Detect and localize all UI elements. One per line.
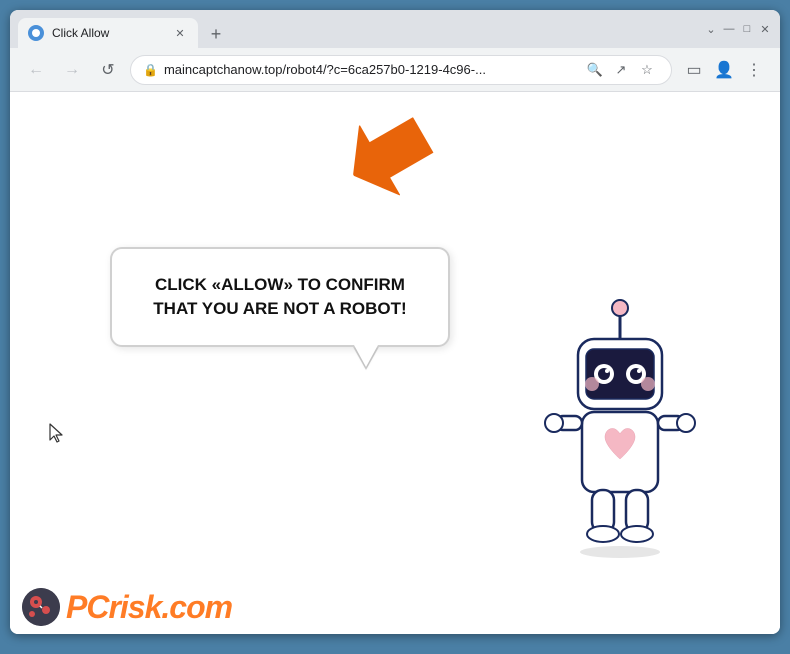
url-actions: 🔍 ↗ ☆ [583, 58, 659, 82]
close-button[interactable]: ✕ [758, 22, 772, 36]
lock-icon: 🔒 [143, 63, 158, 77]
pcrisk-watermark: PCrisk.com [22, 588, 232, 626]
forward-button[interactable]: → [58, 56, 86, 84]
pc-text: PC [66, 589, 108, 625]
active-tab[interactable]: Click Allow ✕ [18, 18, 198, 48]
search-icon[interactable]: 🔍 [583, 58, 607, 82]
minimize-button[interactable]: — [722, 22, 736, 36]
tab-title: Click Allow [52, 26, 164, 40]
pcrisk-logo [22, 588, 60, 626]
menu-icon[interactable]: ⋮ [740, 56, 768, 84]
sidebar-icon[interactable]: ▭ [680, 56, 708, 84]
tab-area: Click Allow ✕ + [18, 10, 704, 48]
pcrisk-text: PCrisk.com [66, 589, 232, 626]
title-bar: Click Allow ✕ + ⌄ — □ ✕ [10, 10, 780, 48]
maximize-button[interactable]: □ [740, 22, 754, 36]
profile-icon[interactable]: 👤 [710, 56, 738, 84]
chevron-down-icon[interactable]: ⌄ [704, 22, 718, 36]
mouse-cursor [48, 422, 68, 451]
page-content: CLICK «ALLOW» TO CONFIRM THAT YOU ARE NO… [10, 92, 780, 634]
back-button[interactable]: ← [22, 56, 50, 84]
bookmark-icon[interactable]: ☆ [635, 58, 659, 82]
address-bar: ← → ↺ 🔒 maincaptchanow.top/robot4/?c=6ca… [10, 48, 780, 92]
browser-window: Click Allow ✕ + ⌄ — □ ✕ ← → ↺ 🔒 maincapt… [10, 10, 780, 634]
speech-bubble: CLICK «ALLOW» TO CONFIRM THAT YOU ARE NO… [110, 247, 450, 347]
share-icon[interactable]: ↗ [609, 58, 633, 82]
toolbar-right: ▭ 👤 ⋮ [680, 56, 768, 84]
url-text: maincaptchanow.top/robot4/?c=6ca257b0-12… [164, 62, 577, 77]
risk-text: risk.com [108, 589, 232, 625]
reload-button[interactable]: ↺ [94, 56, 122, 84]
window-controls: ⌄ — □ ✕ [704, 22, 772, 36]
tab-close-button[interactable]: ✕ [172, 25, 188, 41]
tab-favicon [28, 25, 44, 41]
new-tab-button[interactable]: + [202, 20, 230, 48]
robot-image [520, 294, 720, 574]
bubble-text: CLICK «ALLOW» TO CONFIRM THAT YOU ARE NO… [140, 273, 420, 321]
url-bar[interactable]: 🔒 maincaptchanow.top/robot4/?c=6ca257b0-… [130, 55, 672, 85]
